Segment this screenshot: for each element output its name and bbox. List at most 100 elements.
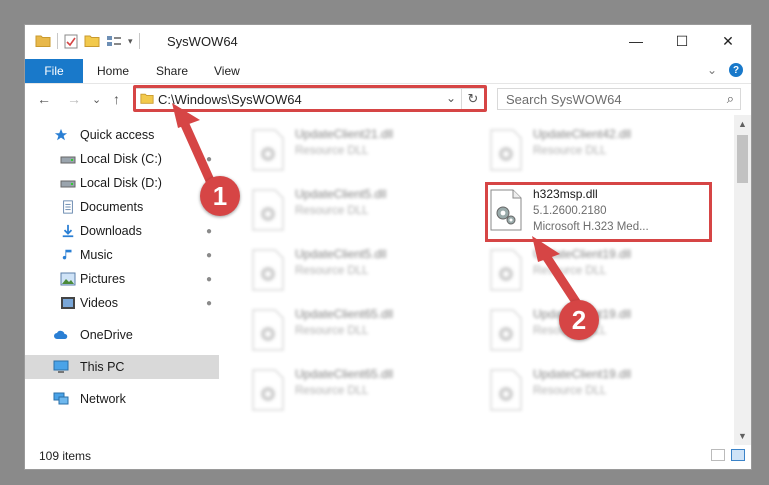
- list-item[interactable]: UpdateClient21.dll Resource DLL: [245, 123, 475, 179]
- forward-button[interactable]: →: [67, 91, 81, 107]
- minimize-button[interactable]: —: [613, 25, 659, 57]
- navigation-bar: ← → ⌄ ↑ C:\Windows\SysWOW64 ⌄ ↻ Search S…: [25, 85, 751, 115]
- dll-file-icon: [490, 369, 522, 411]
- search-box[interactable]: Search SysWOW64 ⌕: [497, 88, 741, 110]
- file-name: UpdateClient19.dll: [533, 367, 632, 381]
- list-item[interactable]: UpdateClient5.dll Resource DLL: [245, 243, 475, 299]
- customize-toolbar-chevron-icon[interactable]: ▾: [128, 36, 133, 47]
- recent-locations-button[interactable]: ⌄: [92, 93, 101, 106]
- list-item[interactable]: UpdateClient19.dll Resource DLL: [483, 303, 713, 359]
- file-type: Resource DLL: [533, 385, 607, 397]
- file-name: UpdateClient65.dll: [295, 307, 394, 321]
- dll-file-icon: [490, 249, 522, 291]
- file-name: UpdateClient5.dll: [295, 187, 387, 201]
- sidebar-item-label: Pictures: [80, 272, 126, 286]
- list-item[interactable]: UpdateClient42.dll Resource DLL: [483, 123, 713, 179]
- sidebar-item-label: Documents: [80, 200, 144, 214]
- list-item[interactable]: UpdateClient65.dll Resource DLL: [245, 363, 475, 419]
- videos-icon: [61, 297, 75, 309]
- star-icon: [54, 128, 68, 141]
- scroll-down-icon[interactable]: ▼: [738, 431, 747, 441]
- file-type: Resource DLL: [295, 145, 369, 157]
- file-name: UpdateClient65.dll: [295, 367, 394, 381]
- properties-icon[interactable]: [64, 34, 78, 49]
- tab-share[interactable]: Share: [156, 64, 188, 78]
- folder-icon: [35, 35, 51, 47]
- dll-file-icon: [490, 309, 522, 351]
- callout-step-two: 2: [559, 300, 599, 340]
- close-button[interactable]: ✕: [705, 25, 751, 57]
- tiles-view-icon[interactable]: [731, 449, 745, 461]
- new-folder-icon[interactable]: [84, 34, 100, 48]
- address-bar-highlight: [133, 85, 487, 112]
- sidebar-item-local-disk-d[interactable]: Local Disk (D:): [25, 171, 219, 195]
- vertical-scrollbar[interactable]: ▲ ▼: [734, 115, 751, 445]
- scrollbar-thumb[interactable]: [737, 135, 748, 183]
- ribbon-right-controls: ⌄ ?: [707, 63, 743, 77]
- file-name: UpdateClient42.dll: [533, 127, 632, 141]
- list-item[interactable]: UpdateClient19.dll Resource DLL: [483, 243, 713, 299]
- network-icon: [53, 392, 69, 405]
- tab-file[interactable]: File: [25, 59, 83, 83]
- explorer-window: ▾ SysWOW64 — ☐ ✕ File Home Share View ⌄ …: [24, 24, 752, 470]
- music-icon: [62, 249, 72, 260]
- status-bar: 109 items: [25, 443, 751, 469]
- pin-icon: ●: [206, 249, 213, 261]
- list-item[interactable]: UpdateClient19.dll Resource DLL: [483, 363, 713, 419]
- sidebar-item-label: Local Disk (C:): [80, 152, 162, 166]
- dll-file-icon: [252, 249, 284, 291]
- pictures-icon: [60, 272, 76, 286]
- sidebar-item-music[interactable]: Music ●: [25, 243, 219, 267]
- sidebar-item-label: Downloads: [80, 224, 142, 238]
- sidebar-item-downloads[interactable]: Downloads ●: [25, 219, 219, 243]
- tab-home[interactable]: Home: [97, 64, 129, 78]
- callout-step-one: 1: [200, 176, 240, 216]
- toolbar-divider: [138, 33, 140, 49]
- sidebar-item-label: Local Disk (D:): [80, 176, 162, 190]
- tab-view[interactable]: View: [214, 64, 240, 78]
- file-name: UpdateClient19.dll: [533, 247, 632, 261]
- list-item[interactable]: UpdateClient5.dll Resource DLL: [245, 183, 475, 239]
- details-view-icon[interactable]: [711, 449, 725, 461]
- scroll-up-icon[interactable]: ▲: [738, 119, 747, 129]
- sidebar-item-label: OneDrive: [80, 328, 133, 342]
- sidebar-item-label: Quick access: [80, 128, 155, 142]
- dll-file-icon: [252, 309, 284, 351]
- window-controls: — ☐ ✕: [613, 25, 751, 57]
- drive-icon: [60, 180, 76, 188]
- sidebar-item-onedrive[interactable]: OneDrive: [25, 323, 219, 347]
- dll-file-icon: [490, 129, 522, 171]
- window-title: SysWOW64: [167, 34, 238, 49]
- sidebar-item-local-disk-c[interactable]: Local Disk (C:) ●: [25, 147, 219, 171]
- search-icon[interactable]: ⌕: [727, 91, 734, 107]
- dll-file-icon: [252, 369, 284, 411]
- file-type: Resource DLL: [533, 265, 607, 277]
- file-list: UpdateClient21.dll Resource DLL UpdateCl…: [245, 115, 735, 441]
- computer-icon: [53, 360, 69, 373]
- download-icon: [62, 224, 74, 238]
- sidebar-item-videos[interactable]: Videos ●: [25, 291, 219, 315]
- up-button[interactable]: ↑: [113, 91, 120, 107]
- navigation-pane: Quick access Local Disk (C:) ● Local Dis…: [25, 123, 219, 441]
- maximize-button[interactable]: ☐: [659, 25, 705, 57]
- help-icon[interactable]: ?: [729, 63, 743, 77]
- dll-file-icon: [252, 189, 284, 231]
- view-options-icon[interactable]: [106, 34, 122, 48]
- back-button[interactable]: ←: [37, 91, 51, 107]
- sidebar-item-quick-access[interactable]: Quick access: [25, 123, 219, 147]
- item-count: 109 items: [39, 449, 92, 463]
- sidebar-item-pictures[interactable]: Pictures ●: [25, 267, 219, 291]
- view-switcher: [711, 449, 745, 461]
- title-bar: ▾ SysWOW64 — ☐ ✕: [25, 25, 751, 59]
- drive-icon: [60, 156, 76, 164]
- sidebar-item-network[interactable]: Network: [25, 387, 219, 411]
- sidebar-item-documents[interactable]: Documents ●: [25, 195, 219, 219]
- list-item[interactable]: UpdateClient65.dll Resource DLL: [245, 303, 475, 359]
- file-name: UpdateClient5.dll: [295, 247, 387, 261]
- expand-ribbon-chevron-icon[interactable]: ⌄: [707, 63, 717, 77]
- file-type: Resource DLL: [295, 265, 369, 277]
- dll-file-icon: [252, 129, 284, 171]
- sidebar-item-this-pc[interactable]: This PC: [25, 355, 219, 379]
- sidebar-item-label: Videos: [80, 296, 118, 310]
- ribbon-tabs: File Home Share View ⌄ ?: [25, 59, 751, 84]
